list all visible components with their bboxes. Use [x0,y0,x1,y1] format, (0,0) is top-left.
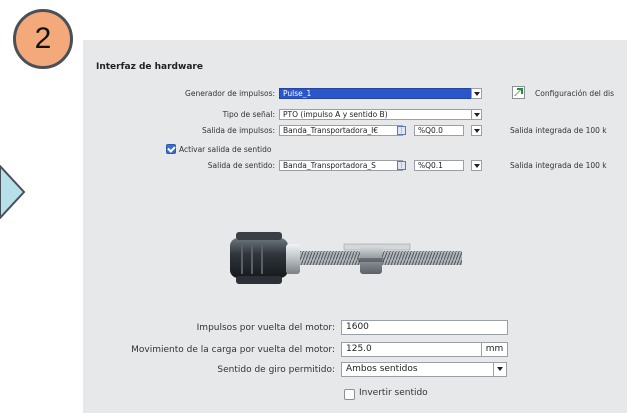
arrow-right-icon [0,165,26,219]
rotation-direction-select[interactable]: Ambos sentidos [341,362,495,377]
pulse-output-dropdown-button[interactable] [471,125,482,136]
hardware-config-link[interactable]: Configuración del dis [535,89,614,98]
pulse-generator-select[interactable]: Pulse_1 [279,88,473,99]
load-per-rev-input[interactable]: 125.0 [341,342,483,357]
wizard-icon[interactable] [512,86,525,99]
step-number: 2 [34,22,52,55]
invert-direction-label: Invertir sentido [359,388,428,398]
signal-type-dropdown-button[interactable] [471,109,482,120]
browse-icon[interactable]: ⋮ [397,126,406,135]
direction-output-address-field[interactable]: %Q0.1 [414,160,464,171]
hardware-interface-panel: Interfaz de hardware Generador de impuls… [83,40,627,413]
enable-direction-checkbox[interactable] [166,144,176,154]
section-title: Interfaz de hardware [96,62,203,72]
step-number-badge: 2 [13,9,73,69]
invert-direction-checkbox[interactable] [344,389,355,400]
pulse-output-tag-field[interactable]: Banda_Transportadora_I€ [279,125,403,136]
load-per-rev-label: Movimiento de la carga por vuelta del mo… [131,345,335,355]
rotation-direction-dropdown-button[interactable] [493,362,507,377]
pulse-output-address-field[interactable]: %Q0.0 [414,125,464,136]
pulse-output-note: Salida integrada de 100 k [510,126,607,135]
motor-illustration [230,232,462,284]
browse-icon[interactable]: ⋮ [397,161,406,170]
direction-output-note: Salida integrada de 100 k [510,161,607,170]
rotation-direction-label: Sentido de giro permitido: [217,365,335,375]
signal-type-select[interactable]: PTO (impulso A y sentido B) [279,109,473,120]
pulse-output-label: Salida de impulsos: [202,126,275,135]
direction-output-dropdown-button[interactable] [471,160,482,171]
direction-output-label: Salida de sentido: [207,161,275,170]
pulses-per-rev-label: Impulsos por vuelta del motor: [196,323,335,333]
pulses-per-rev-input[interactable]: 1600 [341,320,508,335]
signal-type-label: Tipo de señal: [222,110,275,119]
load-unit-label: mm [481,342,508,357]
direction-output-tag-field[interactable]: Banda_Transportadora_S [279,160,403,171]
pulse-generator-label: Generador de impulsos: [185,89,275,98]
enable-direction-label: Activar salida de sentido [179,145,272,154]
pulse-generator-dropdown-button[interactable] [471,88,482,99]
